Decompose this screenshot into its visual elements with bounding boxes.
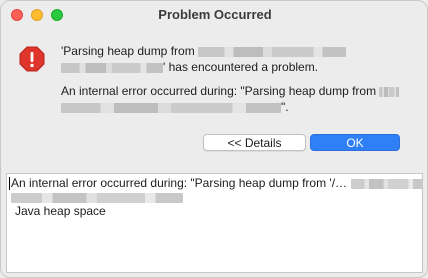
- details-line-text: An internal error occurred during: "Pars…: [11, 176, 348, 190]
- title-bar: Problem Occurred: [1, 1, 427, 29]
- error-icon: [19, 46, 45, 72]
- error-summary-prefix: 'Parsing heap dump from: [61, 44, 195, 58]
- window-title: Problem Occurred: [158, 7, 272, 22]
- error-detail-prefix: An internal error occurred during: "Pars…: [61, 84, 377, 98]
- text-caret: [9, 177, 10, 191]
- details-line: Java heap space: [9, 204, 420, 218]
- error-summary-suffix: ' has encountered a problem.: [163, 60, 319, 74]
- redacted-path: [61, 102, 281, 113]
- error-summary: 'Parsing heap dump from ' has encountere…: [61, 43, 411, 75]
- redacted-path: [198, 46, 347, 57]
- redacted-path: [11, 193, 183, 204]
- error-detail-suffix: ".: [281, 100, 289, 114]
- error-dialog: Problem Occurred 'Parsing heap dump from…: [0, 0, 428, 278]
- ok-button[interactable]: OK: [310, 134, 400, 151]
- details-text-area[interactable]: An internal error occurred during: "Pars…: [6, 173, 423, 273]
- redacted-path: [351, 178, 422, 189]
- details-button[interactable]: << Details: [203, 134, 306, 151]
- details-line: [9, 190, 420, 204]
- redacted-path: [379, 86, 400, 97]
- details-line: An internal error occurred during: "Pars…: [9, 176, 422, 191]
- redacted-path: [61, 62, 163, 73]
- error-detail-message: An internal error occurred during: "Pars…: [61, 83, 411, 115]
- details-line-text: Java heap space: [15, 204, 106, 219]
